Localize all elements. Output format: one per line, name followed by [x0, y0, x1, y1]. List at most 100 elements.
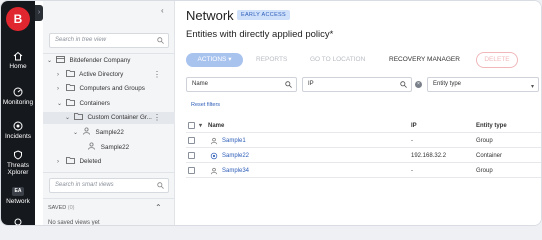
select-all-checkbox[interactable] — [188, 122, 195, 129]
row-type: Group — [476, 168, 493, 174]
actions-button[interactable]: ACTIONS ▾ — [186, 53, 243, 67]
folder-icon — [65, 70, 75, 77]
search-icon — [157, 37, 164, 44]
folder-icon — [65, 84, 75, 91]
tree-search-placeholder: Search in tree view — [55, 37, 107, 43]
ip-filter-placeholder: IP — [308, 81, 314, 87]
search-icon — [285, 81, 292, 88]
tree-search-input[interactable]: Search in tree view — [49, 33, 169, 48]
folder-icon — [65, 99, 75, 106]
row-type: Group — [476, 138, 493, 144]
tree-node-company[interactable]: ⌄ Bitdefender Company — [47, 55, 175, 67]
ip-filter-input[interactable]: IP — [302, 77, 412, 92]
tree-node-containers[interactable]: ⌄ Containers — [57, 98, 175, 110]
home-icon — [13, 51, 23, 61]
saved-views-empty: No saved views yet — [48, 220, 100, 226]
rail-label-threats: Threats Xplorer — [6, 162, 30, 176]
more-options-icon[interactable]: ⋮ — [153, 69, 161, 81]
reports-button[interactable]: REPORTS — [256, 53, 287, 67]
tree-node-custom-container[interactable]: ⌄ Custom Container Gr... ⋮ — [43, 112, 175, 124]
tree-node-label: Deleted — [79, 158, 102, 165]
tree-divider — [43, 53, 175, 54]
row-ip: - — [411, 138, 413, 144]
column-entity-type[interactable]: Entity type — [476, 119, 507, 133]
chevron-right-icon[interactable]: › — [57, 69, 64, 81]
chevron-down-icon[interactable]: ⌄ — [73, 127, 80, 139]
table-row[interactable]: Sample1 - Group — [186, 134, 541, 148]
rail-item-incidents[interactable]: Incidents — [1, 121, 35, 140]
rail-label-incidents: Incidents — [4, 133, 32, 140]
row-name-link[interactable]: Sample34 — [222, 164, 249, 178]
row-name-link[interactable]: Sample1 — [222, 134, 246, 148]
clear-filter-icon[interactable]: × — [415, 81, 422, 88]
collapse-panel-button[interactable]: ‹ — [161, 6, 164, 15]
chevron-up-icon[interactable]: ⌃ — [155, 203, 162, 212]
monitoring-icon — [13, 87, 23, 97]
name-filter-placeholder: Name — [192, 81, 209, 87]
chevron-down-icon[interactable]: ⌄ — [57, 98, 64, 110]
reset-filters-link[interactable]: Reset filters — [191, 102, 220, 108]
main-panel: Network EARLY ACCESS Entities with direc… — [176, 1, 541, 225]
chevron-right-icon[interactable]: › — [57, 156, 64, 168]
tree-node-label: Sample22 — [95, 129, 124, 136]
row-ip: 192.168.32.2 — [411, 153, 447, 159]
search-icon — [400, 81, 407, 88]
saved-views-header[interactable]: SAVED (0) — [48, 205, 75, 211]
rail-item-home[interactable]: Home — [1, 51, 35, 70]
tree-divider — [43, 198, 175, 199]
early-access-badge: EARLY ACCESS — [237, 10, 290, 20]
tree-node-label: Sample22 — [100, 144, 130, 151]
tree-node-sample22-a[interactable]: ⌄ Sample22 — [73, 127, 173, 139]
sort-icon[interactable]: ▾ — [199, 119, 202, 133]
rail-item-network[interactable]: EA Network — [1, 187, 35, 205]
app-window: B Home Monitoring Incidents Threats Xplo… — [0, 0, 542, 226]
group-icon — [88, 142, 95, 150]
column-ip[interactable]: IP — [411, 119, 417, 133]
table-row[interactable]: Sample34 - Group — [186, 164, 541, 178]
go-to-location-button[interactable]: GO TO LOCATION — [310, 53, 365, 67]
tree-node-deleted[interactable]: › Deleted — [57, 156, 175, 168]
settings-icon — [14, 218, 22, 225]
row-ip: - — [411, 168, 413, 174]
table-header: ▾ Name IP Entity type — [186, 119, 541, 133]
row-checkbox[interactable] — [188, 137, 195, 144]
rail-item-threats-xplorer[interactable]: Threats Xplorer — [1, 150, 35, 176]
tree-node-label: Bitdefender Company — [69, 57, 131, 64]
rail-item-monitoring[interactable]: Monitoring — [1, 87, 35, 106]
rail-item-more[interactable] — [1, 217, 35, 225]
entity-type-select[interactable]: Entity type ▾ — [427, 77, 539, 92]
tree-node-sample22-b[interactable]: Sample22 — [87, 142, 173, 154]
chevron-down-icon[interactable]: ⌄ — [65, 112, 72, 124]
recovery-manager-button[interactable]: RECOVERY MANAGER — [389, 53, 460, 67]
tree-node-computers-groups[interactable]: › Computers and Groups — [57, 83, 175, 95]
chevron-down-icon[interactable]: ⌄ — [47, 55, 54, 67]
table-row[interactable]: Sample22 192.168.32.2 Container — [186, 149, 541, 163]
shield-icon — [14, 150, 22, 160]
page-title: Network — [186, 8, 234, 23]
actions-label: ACTIONS — [197, 56, 227, 63]
row-checkbox[interactable] — [188, 152, 195, 159]
rail-label-monitoring: Monitoring — [2, 99, 34, 106]
column-name[interactable]: Name — [208, 119, 224, 133]
incidents-icon — [13, 121, 23, 131]
more-options-icon[interactable]: ⋮ — [153, 112, 161, 124]
tree-panel: ‹ Search in tree view ⌄ Bitdefender Comp… — [43, 1, 175, 226]
row-checkbox[interactable] — [188, 167, 195, 174]
bitdefender-logo[interactable]: B — [6, 7, 30, 31]
rail-label-network: Network — [6, 198, 30, 205]
chevron-down-icon: ▾ — [530, 84, 534, 90]
network-badge-icon: EA — [12, 187, 24, 196]
group-icon — [210, 167, 218, 175]
entity-type-placeholder: Entity type — [433, 81, 462, 87]
row-type: Container — [476, 153, 503, 159]
saved-label: SAVED — [48, 205, 67, 211]
delete-button[interactable]: DELETE — [476, 52, 518, 68]
smart-views-search-input[interactable]: Search in smart views — [49, 178, 169, 193]
name-filter-input[interactable]: Name — [186, 77, 297, 92]
tree-node-active-directory[interactable]: › Active Directory ⋮ — [57, 69, 175, 81]
rail-expand-toggle[interactable]: › — [35, 5, 43, 21]
chevron-right-icon[interactable]: › — [57, 83, 64, 95]
chevron-down-icon: ▾ — [228, 56, 232, 63]
page-subtitle: Entities with directly applied policy* — [186, 29, 334, 40]
row-name-link[interactable]: Sample22 — [222, 149, 249, 163]
